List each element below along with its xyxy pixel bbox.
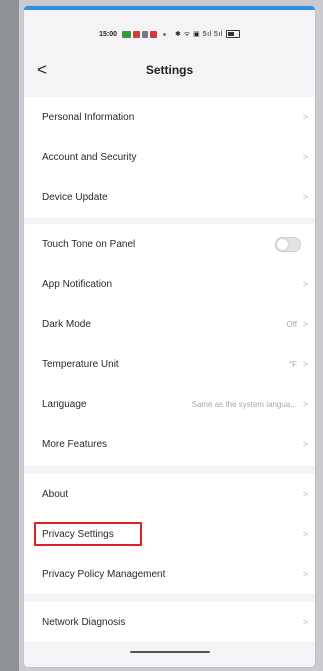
settings-row-more-features[interactable]: More Features > xyxy=(24,424,315,464)
page-title: Settings xyxy=(145,63,194,77)
notification-icon xyxy=(121,30,131,38)
settings-row-account-and-security[interactable]: Account and Security > xyxy=(24,137,315,177)
status-bar: 15:00 ✱ ᯤ ▣ 5ıl 5ıl xyxy=(24,26,315,42)
row-value: Off xyxy=(286,319,297,329)
row-label: Language xyxy=(42,398,87,410)
chevron-right-icon: > xyxy=(302,112,308,122)
status-time: 15:00 xyxy=(99,30,117,38)
row-label: Dark Mode xyxy=(42,318,91,330)
chevron-right-icon: > xyxy=(302,489,308,499)
settings-row-privacy-settings[interactable]: Privacy Settings > xyxy=(24,514,315,554)
top-accent-line xyxy=(24,6,315,10)
status-icons: ✱ ᯤ ▣ 5ıl 5ıl xyxy=(174,30,223,38)
row-value: °F xyxy=(288,359,297,369)
row-value: Same as the system langua... xyxy=(191,399,297,409)
row-label: Network Diagnosis xyxy=(42,616,126,628)
chevron-right-icon: > xyxy=(302,569,308,579)
settings-row-app-notification[interactable]: App Notification > xyxy=(24,264,315,304)
settings-row-privacy-policy-management[interactable]: Privacy Policy Management > xyxy=(24,554,315,594)
chevron-right-icon: > xyxy=(302,152,308,162)
chevron-right-icon: > xyxy=(302,359,308,369)
settings-group-about: About > Privacy Settings > Privacy Polic… xyxy=(24,474,315,594)
chevron-right-icon: > xyxy=(302,617,308,627)
settings-group-preferences: Touch Tone on Panel App Notification > D… xyxy=(24,224,315,466)
notification-icon xyxy=(132,30,140,38)
settings-row-temperature-unit[interactable]: Temperature Unit °F > xyxy=(24,344,315,384)
row-label: Account and Security xyxy=(42,151,137,163)
settings-row-network-diagnosis[interactable]: Network Diagnosis > xyxy=(24,602,315,642)
phone-screen: 15:00 ✱ ᯤ ▣ 5ıl 5ıl < Settings Personal … xyxy=(24,6,315,667)
chevron-right-icon: > xyxy=(302,319,308,329)
back-arrow-icon[interactable]: < xyxy=(32,58,52,82)
row-label: Privacy Settings xyxy=(42,528,114,540)
settings-group-account: Personal Information > Account and Secur… xyxy=(24,97,315,218)
settings-row-personal-information[interactable]: Personal Information > xyxy=(24,97,315,137)
battery-icon xyxy=(225,30,240,38)
settings-row-dark-mode[interactable]: Dark Mode Off > xyxy=(24,304,315,344)
notification-icon xyxy=(149,30,157,38)
settings-group-network: Network Diagnosis > xyxy=(24,602,315,642)
settings-row-device-update[interactable]: Device Update > xyxy=(24,177,315,217)
row-label: Device Update xyxy=(42,191,108,203)
row-label: About xyxy=(42,488,69,500)
chevron-right-icon: > xyxy=(302,192,308,202)
toggle-knob xyxy=(277,238,288,250)
more-notifications-icon xyxy=(162,32,166,36)
chevron-right-icon: > xyxy=(302,279,308,289)
row-label: Touch Tone on Panel xyxy=(42,238,136,250)
row-label: Temperature Unit xyxy=(42,358,119,370)
row-label: App Notification xyxy=(42,278,113,290)
chevron-right-icon: > xyxy=(302,439,308,449)
settings-row-touch-tone: Touch Tone on Panel xyxy=(24,224,315,264)
touch-tone-toggle[interactable] xyxy=(275,236,301,252)
notification-icon xyxy=(141,30,148,38)
chevron-right-icon: > xyxy=(302,399,308,409)
home-indicator[interactable] xyxy=(129,651,210,653)
settings-row-about[interactable]: About > xyxy=(24,474,315,514)
row-label: More Features xyxy=(42,438,108,450)
chevron-right-icon: > xyxy=(302,529,308,539)
left-window-edge xyxy=(0,0,19,671)
nav-header: < Settings xyxy=(24,58,315,82)
settings-row-language[interactable]: Language Same as the system langua... > xyxy=(24,384,315,424)
row-label: Personal Information xyxy=(42,111,135,123)
row-label: Privacy Policy Management xyxy=(42,568,166,580)
